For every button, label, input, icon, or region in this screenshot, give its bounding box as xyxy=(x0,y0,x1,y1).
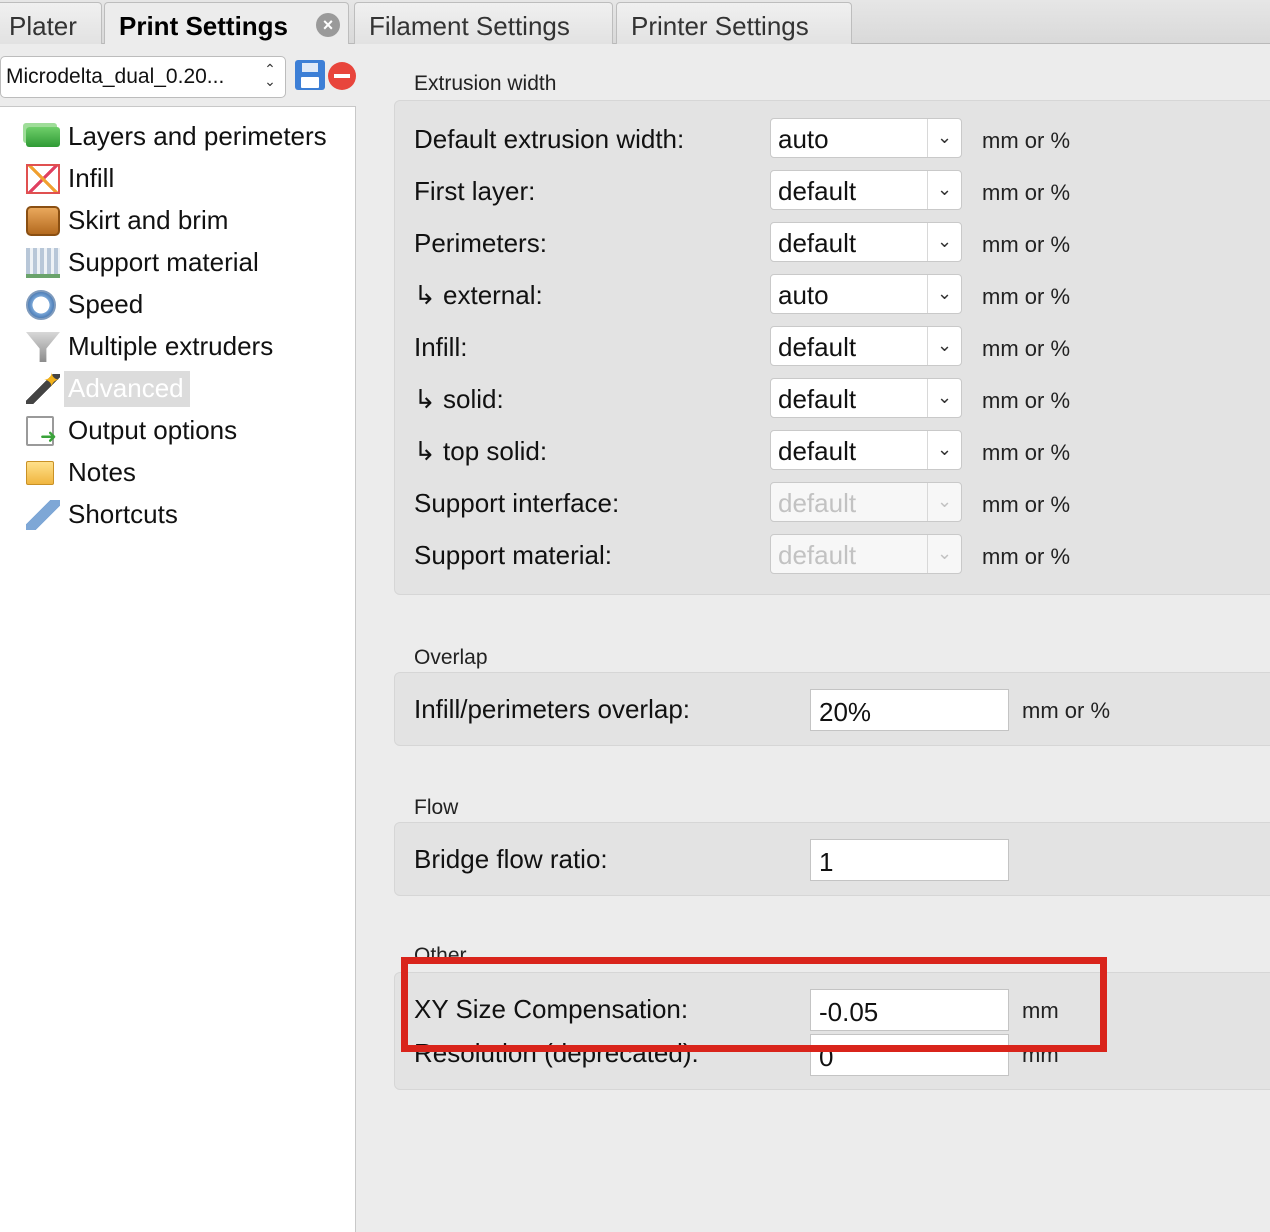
tab-filament-settings-label: Filament Settings xyxy=(369,11,570,41)
combo-value: default xyxy=(778,176,857,206)
chevron-down-icon[interactable]: ⌄ xyxy=(927,119,961,157)
support-icon xyxy=(26,248,60,278)
unit-label: mm or % xyxy=(982,232,1070,257)
infill-perimeters-overlap-input[interactable]: 20% xyxy=(810,689,1009,731)
magic-wand-icon xyxy=(26,368,60,404)
combo-value: default xyxy=(778,540,857,570)
external-perimeters-combo[interactable]: auto ⌄ xyxy=(770,274,962,314)
flow-title: Flow xyxy=(414,796,459,819)
sidebar-item-label: Layers and perimeters xyxy=(68,121,327,151)
sidebar-item-label: Output options xyxy=(68,415,238,445)
sidebar-item-label: Support material xyxy=(68,247,259,277)
perimeters-combo[interactable]: default ⌄ xyxy=(770,222,962,262)
infill-width-combo[interactable]: default ⌄ xyxy=(770,326,962,366)
chevron-down-icon[interactable]: ⌄ xyxy=(927,431,961,469)
chevron-down-icon[interactable]: ⌄ xyxy=(927,327,961,365)
tab-bar: Plater Print Settings × Filament Setting… xyxy=(0,0,1270,45)
settings-panel: Extrusion width Default extrusion width:… xyxy=(357,44,1270,1232)
overlap-title: Overlap xyxy=(414,646,488,669)
top-solid-infill-label: ↳ top solid: xyxy=(414,436,548,466)
highlight-box xyxy=(401,957,1107,1052)
support-interface-label: Support interface: xyxy=(414,488,620,518)
chevron-down-icon[interactable]: ⌄ xyxy=(927,379,961,417)
sidebar-item-label: Infill xyxy=(68,163,115,193)
settings-page-tree: Layers and perimeters Infill Skirt and b… xyxy=(0,106,356,1232)
speed-icon xyxy=(26,290,56,320)
combo-value: default xyxy=(778,436,857,466)
output-icon xyxy=(26,416,57,449)
unit-label: mm or % xyxy=(982,544,1070,569)
unit-label: mm or % xyxy=(982,284,1070,309)
unit-label: mm or % xyxy=(982,336,1070,361)
tab-printer-settings[interactable]: Printer Settings xyxy=(616,2,852,44)
combo-value: default xyxy=(778,228,857,258)
sidebar-item-label: Skirt and brim xyxy=(68,205,229,235)
funnel-icon xyxy=(26,332,60,362)
sidebar-item-label: Multiple extruders xyxy=(68,331,274,361)
chevron-down-icon[interactable]: ⌄ xyxy=(927,275,961,313)
support-material-width-combo[interactable]: default ⌄ xyxy=(770,534,962,574)
support-interface-combo[interactable]: default ⌄ xyxy=(770,482,962,522)
infill-width-label: Infill: xyxy=(414,332,468,362)
chevron-down-icon[interactable]: ⌄ xyxy=(927,535,961,573)
delete-preset-icon[interactable] xyxy=(328,62,356,90)
unit-label: mm or % xyxy=(982,388,1070,413)
extrusion-width-title: Extrusion width xyxy=(414,72,557,95)
preset-select[interactable]: Microdelta_dual_0.20... ⌃ ⌄ xyxy=(0,56,286,98)
left-panel: Microdelta_dual_0.20... ⌃ ⌄ Layers and pe… xyxy=(0,44,357,1232)
preset-select-value: Microdelta_dual_0.20... xyxy=(6,65,225,88)
combo-value: default xyxy=(778,332,857,362)
combo-value: auto xyxy=(778,280,829,310)
tab-filament-settings[interactable]: Filament Settings xyxy=(354,2,613,44)
infill-icon xyxy=(26,164,60,194)
tab-plater-label: Plater xyxy=(9,11,77,41)
unit-label: mm or % xyxy=(982,440,1070,465)
solid-infill-combo[interactable]: default ⌄ xyxy=(770,378,962,418)
sidebar-item-label: Notes xyxy=(68,457,136,487)
skirt-icon xyxy=(26,206,60,236)
sidebar-item-label: Advanced xyxy=(64,371,190,407)
wrench-icon xyxy=(26,500,60,530)
unit-label: mm or % xyxy=(982,492,1070,517)
perimeters-label: Perimeters: xyxy=(414,228,547,258)
solid-infill-label: ↳ solid: xyxy=(414,384,504,414)
default-extrusion-width-combo[interactable]: auto ⌄ xyxy=(770,118,962,158)
tab-print-settings[interactable]: Print Settings × xyxy=(104,2,349,45)
support-material-width-label: Support material: xyxy=(414,540,612,570)
top-solid-infill-combo[interactable]: default ⌄ xyxy=(770,430,962,470)
unit-label: mm or % xyxy=(982,128,1070,153)
chevron-down-icon[interactable]: ⌄ xyxy=(927,483,961,521)
sidebar-item-label: Speed xyxy=(68,289,144,319)
combo-value: auto xyxy=(778,124,829,154)
tab-print-settings-label: Print Settings xyxy=(119,11,289,41)
chevron-down-icon[interactable]: ⌄ xyxy=(927,171,961,209)
first-layer-label: First layer: xyxy=(414,176,536,206)
chevron-down-icon[interactable]: ⌄ xyxy=(927,223,961,261)
infill-perimeters-overlap-label: Infill/perimeters overlap: xyxy=(414,694,690,724)
external-perimeters-label: ↳ external: xyxy=(414,280,543,310)
up-down-arrows-icon: ⌃ ⌄ xyxy=(264,61,276,89)
notes-icon xyxy=(26,461,54,485)
unit-label: mm or % xyxy=(982,180,1070,205)
bridge-flow-ratio-label: Bridge flow ratio: xyxy=(414,844,608,874)
tab-printer-settings-label: Printer Settings xyxy=(631,11,809,41)
save-preset-icon[interactable] xyxy=(295,60,325,90)
close-tab-icon[interactable]: × xyxy=(316,13,340,37)
tab-plater[interactable]: Plater xyxy=(0,2,102,44)
bridge-flow-ratio-input[interactable]: 1 xyxy=(810,839,1009,881)
default-extrusion-width-label: Default extrusion width: xyxy=(414,124,685,154)
combo-value: default xyxy=(778,384,857,414)
combo-value: default xyxy=(778,488,857,518)
layers-icon xyxy=(26,127,60,147)
first-layer-combo[interactable]: default ⌄ xyxy=(770,170,962,210)
sidebar-item-label: Shortcuts xyxy=(68,499,178,529)
unit-label: mm or % xyxy=(1022,698,1110,723)
